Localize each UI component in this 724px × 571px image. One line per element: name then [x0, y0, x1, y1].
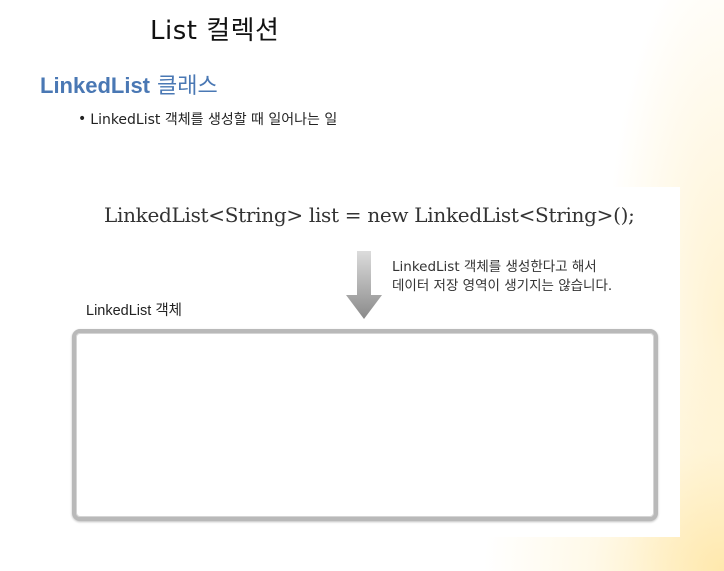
diagram-figure: LinkedList<String> list = new LinkedList…: [62, 187, 680, 537]
bullet-item: • LinkedList 객체를 생성할 때 일어나는 일: [78, 109, 337, 129]
slide-title: List 컬렉션: [150, 16, 280, 46]
section-title: LinkedList 클래스: [40, 68, 218, 100]
note-line-2: 데이터 저장 영역이 생기지는 않습니다.: [392, 278, 613, 294]
bullet-text: LinkedList 객체를 생성할 때 일어나는 일: [90, 112, 338, 128]
code-statement: LinkedList<String> list = new LinkedList…: [104, 203, 635, 227]
linkedlist-object-box: [72, 329, 658, 521]
note-line-1: LinkedList 객체를 생성한다고 해서: [392, 259, 597, 275]
bullet-dot-icon: •: [78, 111, 87, 127]
section-title-suffix: 클래스: [150, 74, 218, 99]
section-title-class-name: LinkedList: [40, 73, 151, 98]
down-arrow-icon: [344, 251, 384, 321]
object-label: LinkedList 객체: [86, 303, 183, 319]
explanation-note: LinkedList 객체를 생성한다고 해서 데이터 저장 영역이 생기지는 …: [392, 258, 612, 296]
